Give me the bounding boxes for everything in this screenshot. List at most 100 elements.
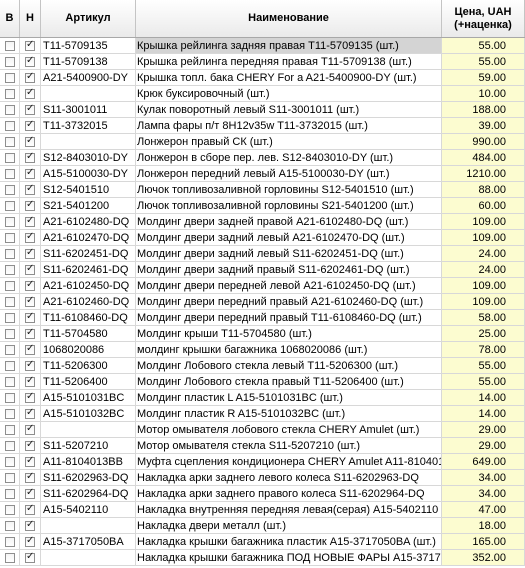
- table-row[interactable]: S12-5401510Лючок топливозаливной горлови…: [0, 182, 525, 198]
- article-cell[interactable]: S12-8403010-DY: [41, 150, 136, 165]
- h-checkbox[interactable]: [25, 183, 35, 195]
- name-cell[interactable]: Молдинг двери передний правый T11-610846…: [136, 310, 442, 325]
- article-cell[interactable]: S11-6202461-DQ: [41, 262, 136, 277]
- table-row[interactable]: A21-6102470-DQМолдинг двери задний левый…: [0, 230, 525, 246]
- article-cell[interactable]: A15-5101031BC: [41, 390, 136, 405]
- price-cell[interactable]: 484.00: [442, 150, 525, 165]
- h-checkbox[interactable]: [25, 279, 35, 291]
- table-row[interactable]: S11-3001011Кулак поворотный левый S11-30…: [0, 102, 525, 118]
- h-checkbox[interactable]: [25, 455, 35, 467]
- price-cell[interactable]: 10.00: [442, 86, 525, 101]
- article-cell[interactable]: T11-5704580: [41, 326, 136, 341]
- h-checkbox[interactable]: [25, 343, 35, 355]
- price-cell[interactable]: 24.00: [442, 246, 525, 261]
- h-checkbox[interactable]: [25, 39, 35, 51]
- article-cell[interactable]: S11-3001011: [41, 102, 136, 117]
- table-row[interactable]: Крюк буксировочный (шт.)10.00: [0, 86, 525, 102]
- h-checkbox[interactable]: [25, 519, 35, 531]
- price-cell[interactable]: 165.00: [442, 534, 525, 549]
- h-checkbox[interactable]: [25, 87, 35, 99]
- h-checkbox[interactable]: [25, 263, 35, 275]
- article-cell[interactable]: A15-5100030-DY: [41, 166, 136, 181]
- article-cell[interactable]: A21-6102470-DQ: [41, 230, 136, 245]
- price-cell[interactable]: 109.00: [442, 230, 525, 245]
- table-row[interactable]: A21-6102480-DQМолдинг двери задней право…: [0, 214, 525, 230]
- article-cell[interactable]: S12-5401510: [41, 182, 136, 197]
- price-cell[interactable]: 188.00: [442, 102, 525, 117]
- table-row[interactable]: S11-5207210Мотор омывателя стекла S11-52…: [0, 438, 525, 454]
- name-cell[interactable]: Молдинг Лобового стекла левый T11-520630…: [136, 358, 442, 373]
- table-row[interactable]: Мотор омывателя лобового стекла CHERY Am…: [0, 422, 525, 438]
- article-cell[interactable]: A21-5400900-DY: [41, 70, 136, 85]
- table-row[interactable]: Накладка двери металл (шт.)18.00: [0, 518, 525, 534]
- h-checkbox[interactable]: [25, 135, 35, 147]
- table-row[interactable]: A21-5400900-DYКрышка топл. бака CHERY Fo…: [0, 70, 525, 86]
- article-cell[interactable]: T11-5206300: [41, 358, 136, 373]
- price-cell[interactable]: 55.00: [442, 38, 525, 53]
- table-row[interactable]: S11-6202461-DQМолдинг двери задний правы…: [0, 262, 525, 278]
- b-checkbox[interactable]: [4, 152, 15, 163]
- table-row[interactable]: A15-5101031BCМолдинг пластик L A15-51010…: [0, 390, 525, 406]
- table-row[interactable]: T11-5709138Крышка рейлинга передняя прав…: [0, 54, 525, 70]
- h-checkbox[interactable]: [25, 439, 35, 451]
- price-cell[interactable]: 352.00: [442, 550, 525, 565]
- table-row[interactable]: A11-8104013BBМуфта сцепления кондиционер…: [0, 454, 525, 470]
- price-cell[interactable]: 29.00: [442, 422, 525, 437]
- h-checkbox[interactable]: [25, 551, 35, 563]
- h-checkbox[interactable]: [25, 295, 35, 307]
- b-checkbox[interactable]: [4, 104, 15, 115]
- price-cell[interactable]: 109.00: [442, 294, 525, 309]
- h-checkbox[interactable]: [25, 103, 35, 115]
- name-cell[interactable]: Молдинг двери задний правый S11-6202461-…: [136, 262, 442, 277]
- article-cell[interactable]: [41, 518, 136, 533]
- name-cell[interactable]: Накладка арки заднего левого колеса S11-…: [136, 470, 442, 485]
- b-checkbox[interactable]: [4, 200, 15, 211]
- name-cell[interactable]: Накладка крышки багажника пластик A15-37…: [136, 534, 442, 549]
- b-checkbox[interactable]: [4, 264, 15, 275]
- name-cell[interactable]: Крюк буксировочный (шт.): [136, 86, 442, 101]
- price-cell[interactable]: 58.00: [442, 310, 525, 325]
- h-checkbox[interactable]: [25, 503, 35, 515]
- name-cell[interactable]: Крышка рейлинга передняя правая T11-5709…: [136, 54, 442, 69]
- table-row[interactable]: Накладка крышки багажника ПОД НОВЫЕ ФАРЫ…: [0, 550, 525, 566]
- name-cell[interactable]: Молдинг двери задней правой A21-6102480-…: [136, 214, 442, 229]
- price-cell[interactable]: 34.00: [442, 470, 525, 485]
- b-checkbox[interactable]: [4, 72, 15, 83]
- name-cell[interactable]: Молдинг двери передней левой A21-6102450…: [136, 278, 442, 293]
- name-cell[interactable]: Молдинг двери передний правый A21-610246…: [136, 294, 442, 309]
- name-cell[interactable]: молдинг крышки багажника 1068020086 (шт.…: [136, 342, 442, 357]
- column-header-article[interactable]: Артикул: [41, 0, 136, 37]
- price-cell[interactable]: 18.00: [442, 518, 525, 533]
- price-cell[interactable]: 55.00: [442, 358, 525, 373]
- table-row[interactable]: T11-5704580Молдинг крыши T11-5704580 (шт…: [0, 326, 525, 342]
- table-row[interactable]: T11-5206300Молдинг Лобового стекла левый…: [0, 358, 525, 374]
- article-cell[interactable]: [41, 550, 136, 565]
- article-cell[interactable]: S11-6202964-DQ: [41, 486, 136, 501]
- b-checkbox[interactable]: [4, 392, 15, 403]
- b-checkbox[interactable]: [4, 360, 15, 371]
- name-cell[interactable]: Лонжерон в сборе пер. лев. S12-8403010-D…: [136, 150, 442, 165]
- article-cell[interactable]: A11-8104013BB: [41, 454, 136, 469]
- price-cell[interactable]: 109.00: [442, 214, 525, 229]
- price-cell[interactable]: 47.00: [442, 502, 525, 517]
- name-cell[interactable]: Мотор омывателя стекла S11-5207210 (шт.): [136, 438, 442, 453]
- table-row[interactable]: S11-6202963-DQНакладка арки заднего лево…: [0, 470, 525, 486]
- name-cell[interactable]: Молдинг Лобового стекла правый T11-52064…: [136, 374, 442, 389]
- article-cell[interactable]: A15-3717050BA: [41, 534, 136, 549]
- article-cell[interactable]: S21-5401200: [41, 198, 136, 213]
- price-cell[interactable]: 39.00: [442, 118, 525, 133]
- b-checkbox[interactable]: [4, 408, 15, 419]
- article-cell[interactable]: T11-5709135: [41, 38, 136, 53]
- column-header-h[interactable]: Н: [20, 0, 41, 37]
- b-checkbox[interactable]: [4, 296, 15, 307]
- b-checkbox[interactable]: [4, 328, 15, 339]
- column-header-price[interactable]: Цена, UAH (+наценка): [442, 0, 525, 37]
- h-checkbox[interactable]: [25, 199, 35, 211]
- price-cell[interactable]: 24.00: [442, 262, 525, 277]
- name-cell[interactable]: Накладка крышки багажника ПОД НОВЫЕ ФАРЫ…: [136, 550, 442, 565]
- b-checkbox[interactable]: [4, 232, 15, 243]
- h-checkbox[interactable]: [25, 167, 35, 179]
- b-checkbox[interactable]: [4, 520, 15, 531]
- h-checkbox[interactable]: [25, 407, 35, 419]
- name-cell[interactable]: Муфта сцепления кондиционера CHERY Amule…: [136, 454, 442, 469]
